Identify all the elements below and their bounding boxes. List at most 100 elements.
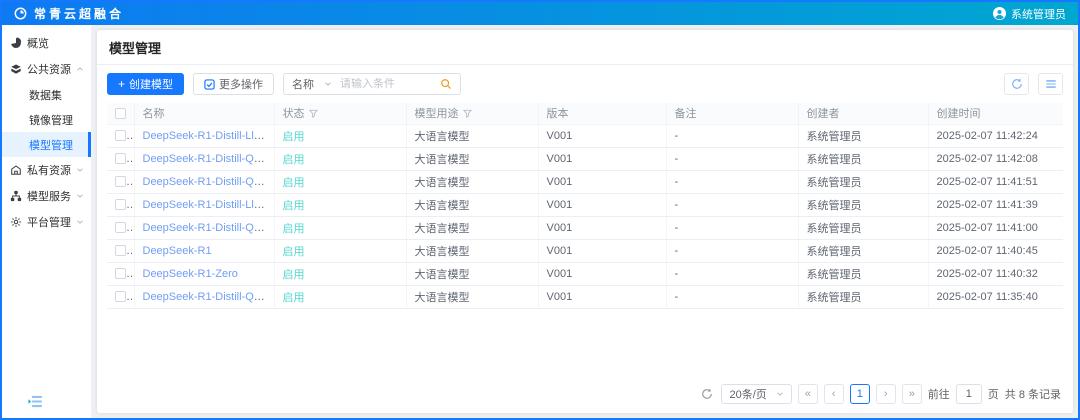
version-cell: V001 [538,193,666,216]
chevron-up-icon [76,65,84,73]
user-avatar-icon [993,7,1006,20]
created-cell: 2025-02-07 11:41:51 [928,170,1063,193]
usage-cell: 大语言模型 [406,239,538,262]
row-checkbox[interactable] [115,291,126,302]
remark-cell: - [666,216,798,239]
sidebar-item-model-management[interactable]: 模型管理 [2,132,91,157]
page-size-select[interactable]: 20条/页 [721,384,791,404]
column-header-version: 版本 [538,103,666,124]
remark-cell: - [666,147,798,170]
brand: 常青云超融合 [14,5,124,22]
column-settings-button[interactable] [1038,73,1063,95]
sidebar-item-overview[interactable]: 概览 [2,30,91,56]
pagination-refresh-icon[interactable] [701,388,713,400]
status-text: 启用 [283,131,305,143]
usage-cell: 大语言模型 [406,216,538,239]
creator-cell: 系统管理员 [798,124,928,147]
created-cell: 2025-02-07 11:42:24 [928,124,1063,147]
table-row: DeepSeek-R1-Distill-Qwen-1.5B 启用 大语言模型 V… [107,216,1063,239]
sidebar-item-image-management[interactable]: 镜像管理 [2,107,91,132]
sidebar-item-datasets[interactable]: 数据集 [2,82,91,107]
model-name-link[interactable]: DeepSeek-R1-Distill-Llama-70B [143,130,275,142]
page-title: 模型管理 [97,30,1073,65]
status-text: 启用 [283,200,305,212]
dashboard-icon [10,37,22,49]
version-cell: V001 [538,216,666,239]
status-text: 启用 [283,177,305,189]
sidebar-item-model-services[interactable]: 模型服务 [2,183,91,209]
creator-cell: 系统管理员 [798,170,928,193]
creator-cell: 系统管理员 [798,193,928,216]
row-checkbox[interactable] [115,199,126,210]
creator-cell: 系统管理员 [798,147,928,170]
creator-cell: 系统管理员 [798,285,928,308]
more-actions-button[interactable]: 更多操作 [193,73,274,95]
create-model-button[interactable]: + 创建模型 [107,73,184,95]
usage-cell: 大语言模型 [406,193,538,216]
model-name-link[interactable]: DeepSeek-R1-Distill-Qwen-7B [143,291,275,303]
filter-icon[interactable] [463,109,472,118]
usage-cell: 大语言模型 [406,285,538,308]
column-header-name: 名称 [134,103,274,124]
table-row: DeepSeek-R1-Zero 启用 大语言模型 V001 - 系统管理员 2… [107,262,1063,285]
last-page-button[interactable]: » [902,384,922,404]
jump-label-prefix: 前往 [928,386,950,402]
prev-page-button[interactable]: ‹ [824,384,844,404]
version-cell: V001 [538,147,666,170]
usage-cell: 大语言模型 [406,262,538,285]
first-page-button[interactable]: « [798,384,818,404]
status-text: 启用 [283,154,305,166]
remark-cell: - [666,262,798,285]
jump-page-input[interactable] [956,384,982,404]
usage-cell: 大语言模型 [406,170,538,193]
model-name-link[interactable]: DeepSeek-R1-Distill-Llama-8B [143,199,275,211]
search-field-select[interactable]: 名称 [284,74,340,94]
search-bar: 名称 [283,73,461,95]
checkbox-check-icon [204,79,215,90]
select-all-checkbox[interactable] [115,108,126,119]
table-row: DeepSeek-R1-Distill-Qwen-32B 启用 大语言模型 V0… [107,147,1063,170]
sidebar-item-label: 数据集 [29,87,62,103]
sidebar-collapse-button[interactable] [28,395,43,411]
column-header-status: 状态 [274,103,406,124]
row-checkbox[interactable] [115,245,126,256]
row-checkbox[interactable] [115,130,126,141]
sidebar-item-platform-management[interactable]: 平台管理 [2,209,91,235]
next-page-button[interactable]: › [876,384,896,404]
usage-cell: 大语言模型 [406,147,538,170]
sidebar-item-label: 私有资源 [27,162,71,178]
main-area: 模型管理 + 创建模型 更多操作 名称 [92,25,1078,418]
column-header-usage: 模型用途 [406,103,538,124]
row-checkbox[interactable] [115,153,126,164]
model-name-link[interactable]: DeepSeek-R1-Distill-Qwen-14B [143,176,275,188]
creator-cell: 系统管理员 [798,239,928,262]
user-menu[interactable]: 系统管理员 [993,6,1066,22]
column-header-created: 创建时间 [928,103,1063,124]
remark-cell: - [666,170,798,193]
refresh-button[interactable] [1004,73,1029,95]
created-cell: 2025-02-07 11:40:45 [928,239,1063,262]
sidebar-item-public-resources[interactable]: 公共资源 [2,56,91,82]
page-number-button[interactable]: 1 [850,384,870,404]
jump-label-suffix: 页 [988,386,999,402]
status-text: 启用 [283,223,305,235]
filter-icon[interactable] [309,109,318,118]
row-checkbox[interactable] [115,176,126,187]
model-name-link[interactable]: DeepSeek-R1-Zero [143,268,238,280]
model-table: 名称 状态 模型用途 版本 备注 创建者 [107,103,1063,309]
toolbar: + 创建模型 更多操作 名称 [107,65,1063,103]
column-header-creator: 创建者 [798,103,928,124]
usage-cell: 大语言模型 [406,124,538,147]
row-checkbox[interactable] [115,222,126,233]
total-records: 共 8 条记录 [1005,386,1061,402]
model-name-link[interactable]: DeepSeek-R1 [143,245,212,257]
model-name-link[interactable]: DeepSeek-R1-Distill-Qwen-32B [143,153,275,165]
content-card: 模型管理 + 创建模型 更多操作 名称 [97,30,1073,413]
search-input[interactable] [340,78,432,90]
model-name-link[interactable]: DeepSeek-R1-Distill-Qwen-1.5B [143,222,275,234]
row-checkbox[interactable] [115,268,126,279]
sidebar-item-label: 公共资源 [27,61,71,77]
sidebar-item-private-resources[interactable]: 私有资源 [2,157,91,183]
search-icon[interactable] [432,78,460,90]
chevron-down-icon [76,192,84,200]
